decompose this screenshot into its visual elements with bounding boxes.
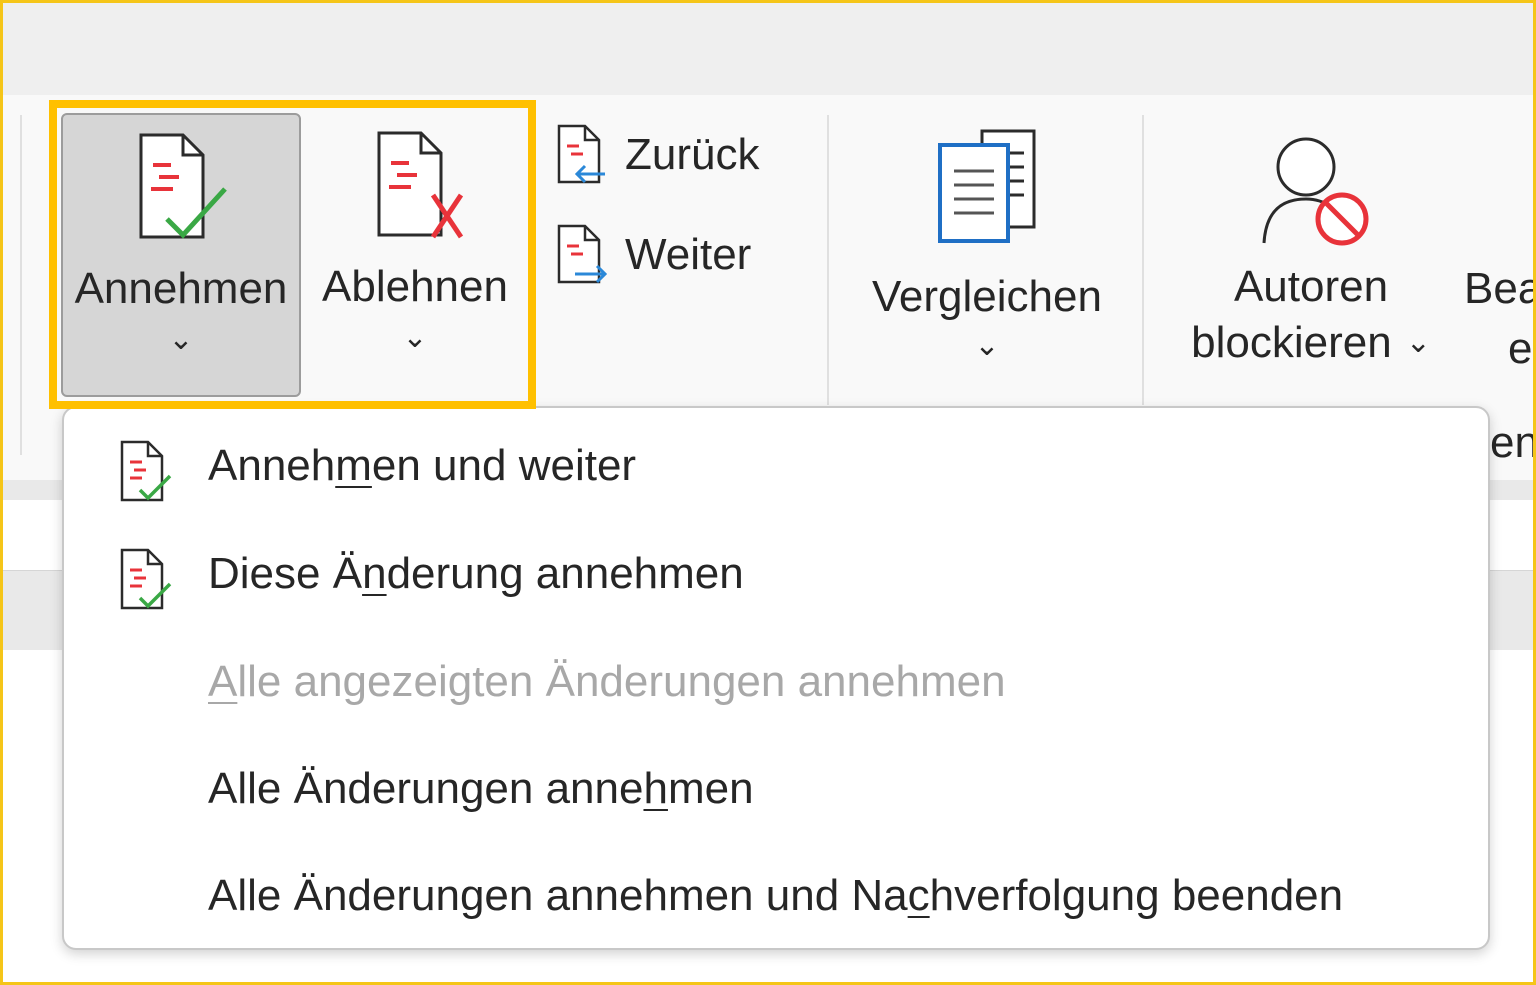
- block-authors-label-line1: Autoren: [1233, 262, 1389, 311]
- accept-change-icon: [139, 133, 227, 239]
- truncated-button-label: e: [1508, 324, 1533, 373]
- group-separator: [20, 115, 22, 455]
- menu-item-accept-all-and-stop-tracking[interactable]: Alle Änderungen annehmen und Nachverfolg…: [64, 846, 1488, 946]
- menu-label-part: men: [667, 764, 754, 813]
- next-change-icon: [557, 224, 607, 284]
- compare-label: Vergleichen: [872, 272, 1102, 321]
- reject-button[interactable]: Ablehnen ⌄: [305, 113, 525, 397]
- accept-dropdown-menu: Annehmen und weiter Diese Änderung anneh…: [62, 406, 1490, 950]
- previous-change-label: Zurück: [625, 130, 760, 179]
- chevron-down-icon: ⌄: [974, 329, 1000, 362]
- chevron-down-icon: ⌄: [168, 323, 194, 356]
- truncated-button-label: Bea: [1464, 264, 1536, 313]
- accept-button[interactable]: Annehmen ⌄: [61, 113, 301, 397]
- reject-change-icon: [377, 131, 464, 239]
- title-bar-strip: [3, 3, 1533, 95]
- accelerator-key: h: [643, 764, 668, 813]
- reject-label: Ablehnen: [322, 262, 508, 311]
- menu-item-accept-and-next[interactable]: Annehmen und weiter: [64, 416, 1488, 516]
- accept-label: Annehmen: [74, 264, 288, 313]
- menu-label-part: lle angezeigten Änderungen annehmen: [237, 657, 1006, 706]
- truncated-group-label: en: [1490, 418, 1536, 467]
- chevron-down-icon: ⌄: [1405, 326, 1431, 359]
- menu-label-part: en und weiter: [371, 441, 637, 490]
- compare-documents-icon: [938, 129, 1036, 243]
- accelerator-key: m: [335, 441, 372, 490]
- accelerator-key: c: [907, 871, 930, 920]
- compare-button[interactable]: Vergleichen ⌄: [858, 113, 1116, 397]
- menu-label-part: Diese Ä: [208, 549, 363, 598]
- menu-item-accept-this-change[interactable]: Diese Änderung annehmen: [64, 524, 1488, 624]
- block-authors-icon: [1262, 137, 1369, 246]
- menu-label-part: Anneh: [208, 441, 336, 490]
- previous-change-icon: [557, 124, 605, 184]
- accelerator-key: A: [208, 657, 238, 706]
- previous-change-button[interactable]: Zurück: [553, 122, 759, 188]
- chevron-down-icon: ⌄: [402, 321, 428, 354]
- next-change-button[interactable]: Weiter: [553, 222, 751, 288]
- menu-label-part: hverfolgung beenden: [929, 871, 1344, 920]
- group-separator: [1142, 115, 1144, 405]
- group-separator: [827, 115, 829, 405]
- block-authors-button[interactable]: Autoren blockieren ⌄: [1168, 113, 1454, 397]
- menu-label-part: Alle Änderungen anne: [208, 764, 644, 813]
- block-authors-label-line2: blockieren: [1191, 318, 1392, 367]
- next-change-label: Weiter: [625, 230, 752, 279]
- accept-change-icon: [120, 440, 172, 502]
- menu-item-accept-all-changes[interactable]: Alle Änderungen annehmen: [64, 739, 1488, 839]
- menu-label-part: derung annehmen: [386, 549, 744, 598]
- menu-item-accept-all-shown-changes: Alle angezeigten Änderungen annehmen: [64, 632, 1488, 732]
- accept-change-icon: [120, 548, 172, 610]
- accelerator-key: n: [362, 549, 387, 598]
- menu-label-part: Alle Änderungen annehmen und Na: [208, 871, 908, 920]
